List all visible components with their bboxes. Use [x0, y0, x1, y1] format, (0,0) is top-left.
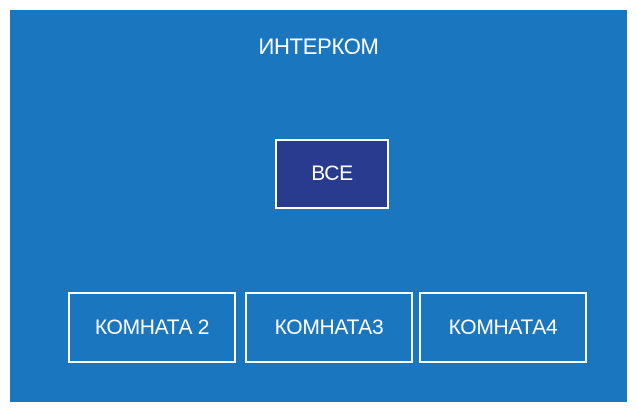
intercom-panel: ИНТЕРКОМ ВСЕ КОМНАТА 2 КОМНАТА3 КОМНАТА4: [10, 10, 627, 402]
room-3-button[interactable]: КОМНАТА3: [245, 292, 413, 363]
room-2-button[interactable]: КОМНАТА 2: [68, 292, 236, 363]
page-title: ИНТЕРКОМ: [258, 34, 379, 59]
all-rooms-button[interactable]: ВСЕ: [275, 139, 389, 209]
room-4-button[interactable]: КОМНАТА4: [419, 292, 587, 363]
